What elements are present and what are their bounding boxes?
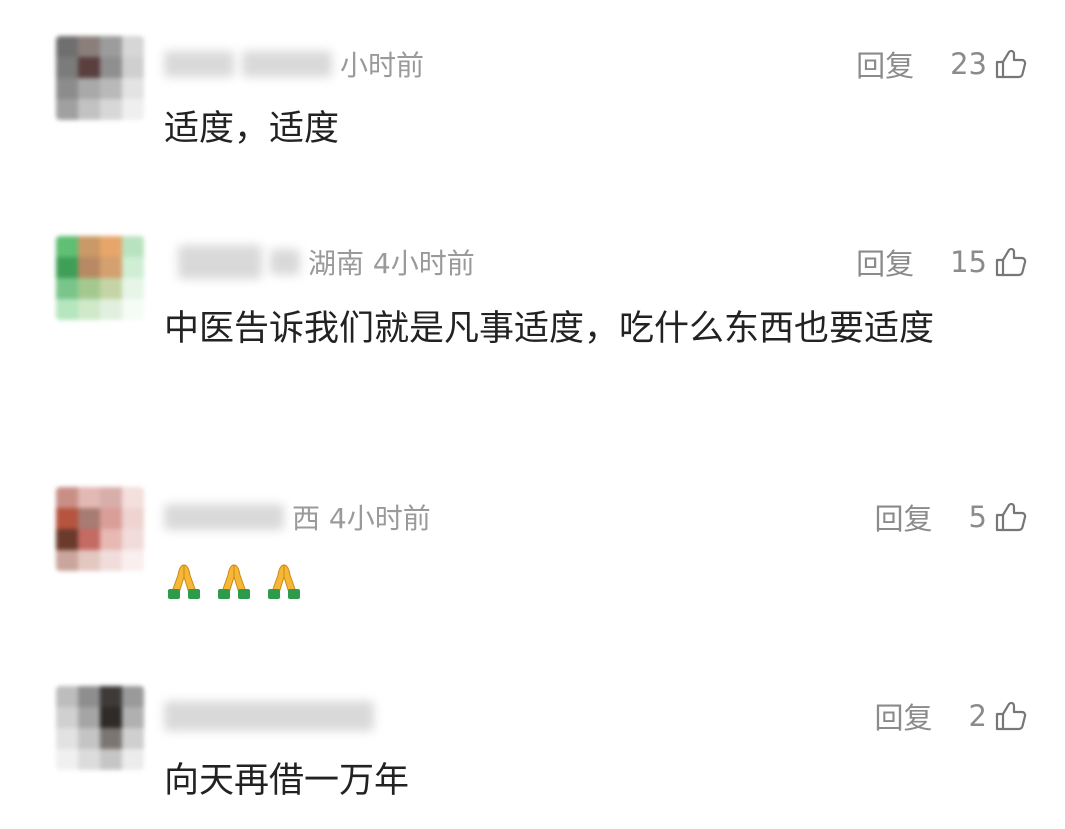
folded-hands-icon xyxy=(218,564,250,599)
thumbs-up-icon xyxy=(995,701,1027,731)
thumbs-up-icon xyxy=(995,49,1027,79)
reply-button[interactable]: 回复 xyxy=(875,695,933,737)
reply-button[interactable]: 回复 xyxy=(856,241,914,283)
timestamp: 西 4小时前 xyxy=(292,502,431,535)
comment-actions: 回复 5 xyxy=(875,495,1027,539)
like-count: 15 xyxy=(950,245,987,279)
timestamp: 湖南 4小时前 xyxy=(308,247,475,280)
like-count: 5 xyxy=(968,500,987,534)
comment-text: 中医告诉我们就是凡事适度，吃什么东西也要适度 xyxy=(164,309,935,349)
comment-text: 向天再借一万年 xyxy=(164,761,410,801)
username-meta xyxy=(164,694,382,738)
like-count: 2 xyxy=(968,699,987,733)
thumbs-up-icon xyxy=(995,502,1027,532)
comment-actions: 回复 23 xyxy=(856,42,1027,86)
reply-button[interactable]: 回复 xyxy=(875,496,933,538)
avatar[interactable] xyxy=(56,487,144,571)
username-blurred[interactable] xyxy=(164,51,234,77)
comment-text: 适度，适度 xyxy=(164,109,340,149)
username-blurred xyxy=(242,51,332,77)
username-blurred xyxy=(270,249,300,275)
username-meta: 小时前 xyxy=(164,42,424,86)
comment-actions: 回复 15 xyxy=(856,240,1027,284)
avatar[interactable] xyxy=(56,686,144,770)
username-meta: 湖南 4小时前 xyxy=(178,240,475,284)
folded-hands-icon xyxy=(268,564,300,599)
avatar[interactable] xyxy=(56,36,144,120)
username-blurred[interactable] xyxy=(178,245,262,279)
like-button[interactable]: 15 xyxy=(950,245,1027,279)
username-blurred[interactable] xyxy=(164,701,374,731)
like-count: 23 xyxy=(950,47,987,81)
like-button[interactable]: 23 xyxy=(950,47,1027,81)
username-blurred[interactable] xyxy=(164,504,284,530)
emoji-row xyxy=(164,563,304,601)
reply-button[interactable]: 回复 xyxy=(856,43,914,85)
timestamp: 小时前 xyxy=(340,49,425,82)
like-button[interactable]: 5 xyxy=(969,500,1027,534)
username-meta: 西 4小时前 xyxy=(164,495,431,539)
comment-actions: 回复 2 xyxy=(875,694,1027,738)
avatar[interactable] xyxy=(56,236,144,320)
folded-hands-icon xyxy=(168,564,200,599)
like-button[interactable]: 2 xyxy=(969,699,1027,733)
thumbs-up-icon xyxy=(995,247,1027,277)
